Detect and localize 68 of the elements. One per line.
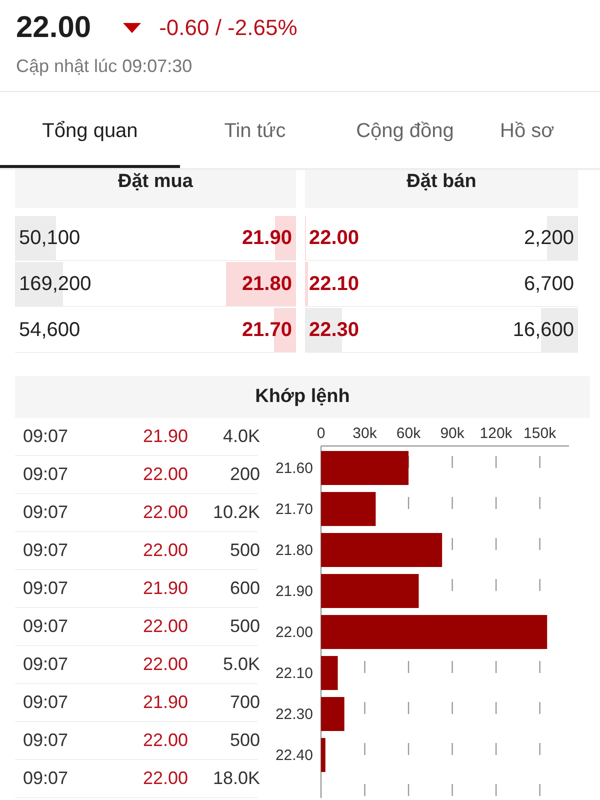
trade-volume: 500 — [228, 616, 260, 637]
axis-category-label: 21.80 — [275, 542, 313, 559]
trade-time: 09:07 — [23, 616, 70, 637]
bar — [321, 492, 376, 526]
section-header: Đặt bán — [305, 170, 578, 208]
section-header: Khớp lệnh — [15, 376, 590, 418]
trade-time: 09:07 — [23, 730, 70, 751]
axis-tick-label: 90k — [440, 425, 464, 442]
ask-price: 22.30 — [305, 308, 442, 352]
trade-time: 09:07 — [23, 578, 70, 599]
trade-price: 21.90 — [142, 426, 188, 447]
axis-category-label: 22.00 — [275, 624, 313, 641]
tab[interactable]: Tin tức — [180, 92, 330, 168]
section-header: Đặt mua — [15, 170, 296, 208]
ask-volume: 2,200 — [442, 216, 578, 260]
bid-volume: 50,100 — [15, 216, 156, 260]
axis-category-label: 21.70 — [275, 501, 313, 518]
bar — [321, 656, 338, 690]
tab[interactable]: Cộng đồng — [330, 92, 480, 168]
trade-time: 09:07 — [23, 540, 70, 561]
ask-price: 22.00 — [305, 216, 442, 260]
trade-volume: 500 — [228, 730, 260, 751]
axis-category-label: 22.40 — [275, 747, 313, 764]
trade-price: 22.00 — [142, 502, 188, 523]
trade-price: 22.00 — [142, 540, 188, 561]
price-change: -0.60 / -2.65% — [159, 15, 298, 41]
axis-tick-label: 0 — [316, 425, 326, 442]
trade-volume: 5.0K — [222, 654, 260, 675]
bid-volume: 54,600 — [18, 318, 82, 342]
bar — [321, 697, 344, 731]
trade-price: 22.00 — [142, 616, 188, 637]
trade-time: 09:07 — [23, 426, 70, 447]
bar — [321, 738, 326, 772]
trade-price: 22.00 — [142, 730, 188, 751]
bid-price: 21.70 — [156, 308, 296, 352]
trade-price: 22.00 — [142, 768, 188, 789]
trade-volume: 10.2K — [212, 502, 260, 523]
trade-time: 09:07 — [23, 502, 70, 523]
update-time: Cập nhật lúc 09:07:30 — [16, 56, 194, 77]
trade-time: 09:07 — [23, 768, 70, 789]
trade-price: 21.90 — [142, 692, 188, 713]
trade-price: 21.90 — [142, 578, 188, 599]
axis-category-label: 21.60 — [275, 460, 313, 477]
ask-volume: 6,700 — [522, 272, 575, 296]
trade-volume: 18.0K — [212, 768, 260, 789]
axis-tick-label: 150k — [524, 425, 556, 442]
bid-price: 21.80 — [156, 262, 296, 306]
trade-price: 22.00 — [142, 464, 188, 485]
axis-tick-label: 120k — [480, 425, 512, 442]
trade-volume: 200 — [228, 464, 260, 485]
trade-price: 22.00 — [142, 654, 188, 675]
trade-time: 09:07 — [23, 464, 70, 485]
trade-volume: 600 — [228, 578, 260, 599]
trade-volume: 700 — [228, 692, 260, 713]
last-price: 22.00 — [16, 11, 92, 45]
axis-tick-label: 30k — [352, 425, 377, 442]
axis-category-label: 21.90 — [275, 583, 313, 600]
axis-category-label: 22.10 — [275, 665, 313, 682]
trade-time: 09:07 — [23, 654, 70, 675]
bid-volume: 169,200 — [15, 262, 156, 306]
trade-time: 09:07 — [23, 692, 70, 713]
axis-category-label: 22.30 — [275, 706, 313, 723]
ask-volume: 16,600 — [442, 308, 578, 352]
axis-tick-label: 60k — [396, 425, 421, 442]
bid-price: 21.90 — [156, 216, 296, 260]
trade-volume: 4.0K — [222, 426, 260, 447]
trade-volume: 500 — [228, 540, 260, 561]
ask-price: 22.10 — [305, 262, 442, 306]
